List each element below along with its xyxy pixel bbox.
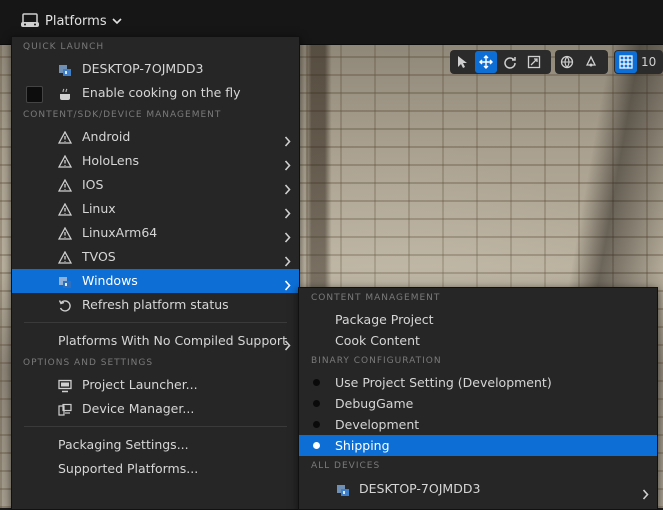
world-space-button[interactable] [556,51,578,73]
platform-item-android[interactable]: Android [12,125,299,149]
config-label: Development [335,417,420,432]
platform-item-linux[interactable]: Linux [12,197,299,221]
platform-label: Android [82,129,131,144]
content-management-header: CONTENT MANAGEMENT [311,293,441,303]
transform-toolbar [450,50,551,74]
warning-icon [57,226,72,241]
platforms-menu: QUICK LAUNCH DESKTOP-7OJMDD3 Enable cook… [11,36,300,510]
platform-label: HoloLens [82,153,140,168]
menu-divider [24,426,287,427]
refresh-label: Refresh platform status [82,297,229,312]
platform-label: Linux [82,201,116,216]
platform-label: IOS [82,177,104,192]
warning-icon [57,202,72,217]
checkbox[interactable] [26,86,43,103]
sdk-management-header: CONTENT/SDK/DEVICE MANAGEMENT [23,110,222,120]
platform-item-hololens[interactable]: HoloLens [12,149,299,173]
project-launcher-icon [57,378,72,393]
refresh-platform-status[interactable]: Refresh platform status [12,293,299,317]
globe-icon [560,55,574,69]
project-launcher-item[interactable]: Project Launcher... [12,373,299,397]
grid-snap-button[interactable] [615,51,637,73]
warning-icon [57,250,72,265]
platform-item-linuxarm64[interactable]: LinuxArm64 [12,221,299,245]
scale-tool-button[interactable] [523,51,545,73]
no-compiled-label: Platforms With No Compiled Support [58,333,287,348]
windows-device-icon [335,482,350,497]
config-item-project-setting[interactable]: Use Project Setting (Development) [299,372,657,393]
rotate-tool-button[interactable] [499,51,521,73]
chevron-right-icon [642,484,649,508]
supported-platforms-item[interactable]: Supported Platforms... [12,457,299,481]
radio-dot-icon[interactable] [313,421,320,428]
platform-item-tvos[interactable]: TVOS [12,245,299,269]
scale-icon [527,55,541,69]
grid-size-value[interactable]: 10 [641,55,656,69]
no-compiled-support-item[interactable]: Platforms With No Compiled Support [12,329,299,353]
chevron-down-icon [112,17,122,25]
platform-label: LinuxArm64 [82,225,158,240]
windows-device-icon [57,274,72,289]
all-devices-header: ALL DEVICES [311,461,381,471]
platform-label: Windows [82,273,138,288]
platform-item-windows[interactable]: Windows [12,269,299,293]
menu-divider [24,322,287,323]
cursor-icon [458,56,467,68]
enable-cooking-toggle[interactable]: Enable cooking on the fly [12,81,299,105]
surface-snap-button[interactable] [580,51,602,73]
move-tool-button[interactable] [475,51,497,73]
rotate-icon [504,57,516,69]
cook-content-item[interactable]: Cook Content [299,330,657,351]
device-manager-icon [57,402,72,417]
supported-label: Supported Platforms... [58,461,199,476]
device-label: DESKTOP-7OJMDD3 [359,481,481,496]
package-project-item[interactable]: Package Project [299,309,657,330]
platforms-button[interactable]: Platforms [14,9,128,33]
grid-toolbar: 10 [614,50,663,74]
warning-icon [57,130,72,145]
platforms-label: Platforms [45,13,107,29]
quick-launch-device[interactable]: DESKTOP-7OJMDD3 [12,57,299,81]
move-icon [479,55,493,69]
radio-dot-icon[interactable] [313,379,320,386]
grid-icon [619,55,633,69]
select-tool-button[interactable] [451,51,473,73]
package-label: Package Project [335,312,434,327]
space-toolbar [555,50,608,74]
device-item[interactable]: DESKTOP-7OJMDD3 [299,477,657,501]
config-label: Shipping [335,438,390,453]
config-item-development[interactable]: Development [299,414,657,435]
device-label: DESKTOP-7OJMDD3 [82,61,204,76]
config-label: Use Project Setting (Development) [335,375,552,390]
chevron-right-icon [284,335,291,359]
gamepad-icon [20,13,40,29]
quick-launch-header: QUICK LAUNCH [23,42,105,52]
radio-dot-icon[interactable] [313,400,320,407]
cooking-pot-icon [57,86,72,101]
config-item-shipping[interactable]: Shipping [299,435,657,456]
windows-submenu: CONTENT MANAGEMENT Package Project Cook … [298,287,658,510]
device-manager-label: Device Manager... [82,401,195,416]
launcher-label: Project Launcher... [82,377,198,392]
refresh-icon [57,298,72,313]
packaging-label: Packaging Settings... [58,437,189,452]
config-label: DebugGame [335,396,414,411]
cook-label: Cook Content [335,333,420,348]
options-settings-header: OPTIONS AND SETTINGS [23,358,154,368]
platform-item-ios[interactable]: IOS [12,173,299,197]
config-item-debuggame[interactable]: DebugGame [299,393,657,414]
binary-configuration-header: BINARY CONFIGURATION [311,356,442,366]
radio-dot-icon[interactable] [313,442,320,449]
device-manager-item[interactable]: Device Manager... [12,397,299,421]
packaging-settings-item[interactable]: Packaging Settings... [12,433,299,457]
platform-label: TVOS [82,249,116,264]
windows-device-icon [57,62,72,77]
warning-icon [57,154,72,169]
warning-icon [57,178,72,193]
cooking-label: Enable cooking on the fly [82,85,241,100]
surface-snap-icon [585,55,597,67]
